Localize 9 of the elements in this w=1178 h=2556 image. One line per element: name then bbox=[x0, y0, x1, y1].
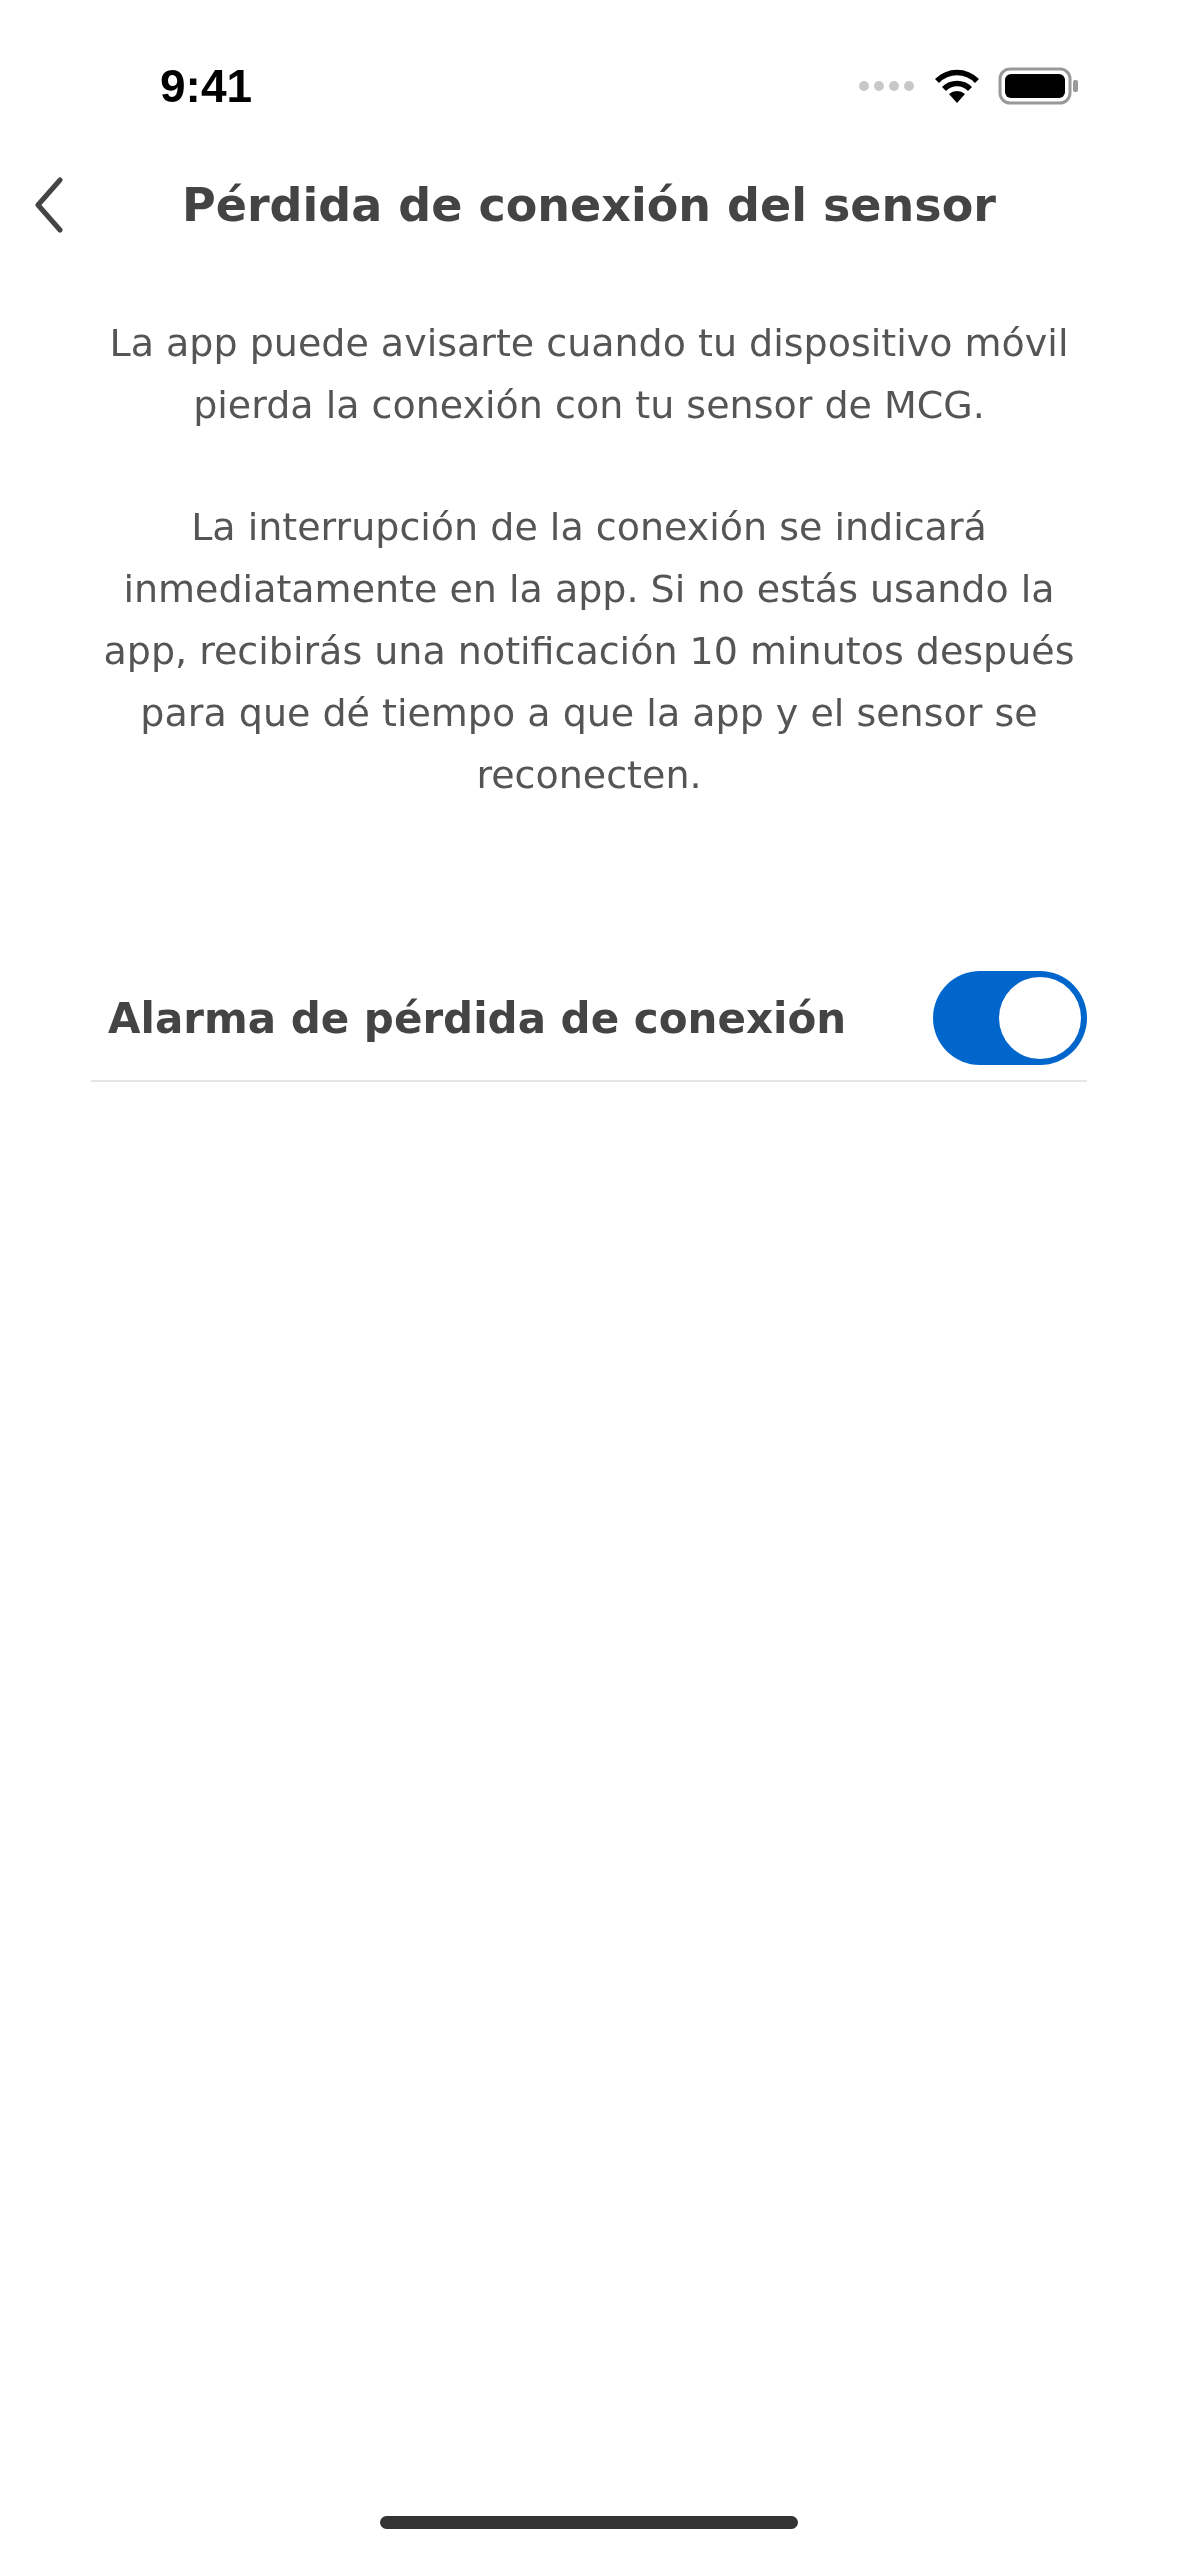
status-time: 9:41 bbox=[160, 58, 253, 114]
wifi-icon bbox=[934, 69, 980, 103]
page-title: Pérdida de conexión del sensor bbox=[181, 176, 997, 234]
back-icon bbox=[34, 177, 64, 233]
signal-icon bbox=[858, 80, 916, 92]
description-text: La interrupción de la conexión se indicará inmediatamente en la app. Si no estás usando la app, recibirás una notificación 10 minutos después para que dé tiempo a que la app y el sensor se reconecten. bbox=[102, 504, 1076, 799]
battery-icon bbox=[998, 67, 1080, 105]
setting-label: Alarma de pérdida de conexión bbox=[108, 992, 847, 1045]
description-text: La app puede avisarte cuando tu dispositivo móvil pierda la conexión con tu sensor de MCG. bbox=[108, 320, 1070, 429]
